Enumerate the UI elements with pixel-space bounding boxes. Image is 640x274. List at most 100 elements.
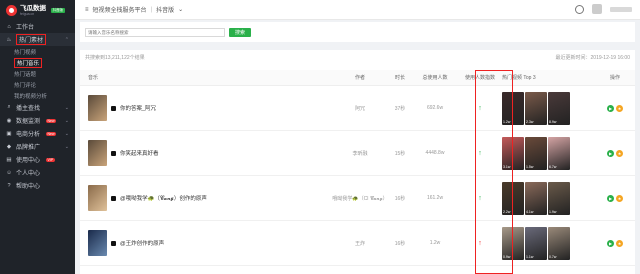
music-title[interactable]: @哦呦我学🐢（𝓒𝓪𝓷𝓰）创作的原声 (120, 194, 207, 203)
trend-cell: ↑ (460, 240, 500, 247)
video-thumbnail[interactable]: 3.1w (502, 136, 524, 170)
search-button[interactable]: 搜索 (229, 27, 252, 37)
video-count: 0.9w (503, 254, 511, 259)
logo-subtitle: feigua.cn (20, 11, 35, 16)
chevron-down-icon: ⌄ (64, 143, 69, 150)
video-thumbnail[interactable]: 1.5w (525, 136, 547, 170)
sidebar-sub-my-video[interactable]: 我的视频分析 (0, 90, 75, 101)
table-header: 音乐 作者 时长 总使用人数 使用人数指数 热门视频 Top 3 操作 (80, 70, 635, 86)
header-ops: 操作 (609, 75, 620, 81)
sidebar-item-label: 播主查找 (16, 106, 41, 112)
sidebar-item-usage[interactable]: ▤ 使用中心 VIP (0, 153, 75, 166)
videos-cell: 1.2w 2.3w 8.9w (500, 91, 595, 125)
trend-cell: ↑ (460, 105, 500, 112)
table-row[interactable]: @哦呦我学🐢（𝓒𝓪𝓷𝓰）创作的原声 哦呦我学🐢（CI 𝓒𝓪𝓷𝓰） 16秒 161… (80, 176, 635, 221)
chevron-down-icon: ⌄ (64, 117, 69, 124)
author-cell: 哦呦我学🐢（CI 𝓒𝓪𝓷𝓰） (332, 195, 388, 202)
sub-label: 我的视频分析 (14, 93, 48, 100)
logo-icon (6, 4, 17, 16)
user-icon: ☺ (6, 169, 12, 176)
table-body: 你的答案_阿冗 阿冗 37秒 692.6w ↑ 1.2w 2.3w 8.9w ▶ ★… (80, 86, 635, 266)
music-title[interactable]: @王炸创作的原声 (120, 239, 164, 247)
users-cell: 1.2w (429, 240, 441, 246)
header-users[interactable]: 总使用人数 (410, 74, 460, 81)
video-count: 1.1w (526, 254, 534, 259)
author-cell: 李昕融 (352, 150, 368, 157)
favorite-button[interactable]: ★ (616, 104, 623, 112)
chevron-down-icon: ⌄ (178, 7, 184, 13)
tiktok-icon (111, 240, 116, 246)
vip-badge: VIP (46, 157, 55, 162)
ops-cell: ▶ ★ (595, 239, 635, 247)
video-thumbnail[interactable]: 0.7w (548, 226, 570, 260)
music-cover[interactable] (88, 185, 107, 211)
play-button[interactable]: ▶ (607, 194, 614, 202)
chevron-down-icon: ⌄ (64, 130, 69, 137)
music-cell: @哦呦我学🐢（𝓒𝓪𝓷𝓰）创作的原声 (80, 185, 330, 211)
sidebar-sub-hot-video[interactable]: 热门视频 (0, 46, 75, 57)
video-thumbnail[interactable]: 0.9w (502, 226, 524, 260)
play-button[interactable]: ▶ (607, 104, 614, 112)
menu-icon[interactable]: ≡ (85, 7, 89, 13)
tiktok-icon (111, 195, 116, 201)
music-cell: 你笑起来真好看 (80, 140, 330, 166)
sidebar-sub-hot-comment[interactable]: 热门评论 (0, 79, 75, 90)
sidebar-item-label: 使用中心 (16, 158, 41, 164)
sidebar-item-ecommerce[interactable]: ▣ 电商分析 New ⌄ (0, 127, 75, 140)
table-row[interactable]: 你笑起来真好看 李昕融 15秒 4448.8w ↑ 3.1w 1.5w 6.7w ▶… (80, 131, 635, 176)
help-icon: ? (7, 182, 11, 189)
sidebar-item-blogger-search[interactable]: ⌕ 播主查找 ⌄ (0, 101, 75, 114)
video-count: 4.1w (526, 209, 534, 214)
sidebar-item-label: 工作台 (16, 25, 35, 31)
music-title[interactable]: 你的答案_阿冗 (120, 104, 156, 112)
favorite-button[interactable]: ★ (616, 194, 623, 202)
user-name[interactable] (610, 6, 632, 12)
music-cover[interactable] (88, 230, 107, 256)
sidebar-item-data-monitor[interactable]: ◉ 数据监测 New ⌄ (0, 114, 75, 127)
video-thumbnail[interactable]: 8.9w (548, 91, 570, 125)
favorite-button[interactable]: ★ (616, 149, 623, 157)
table-row[interactable]: 你的答案_阿冗 阿冗 37秒 692.6w ↑ 1.2w 2.3w 8.9w ▶ ★ (80, 86, 635, 131)
play-button[interactable]: ▶ (607, 239, 614, 247)
video-thumbnail[interactable]: 1.1w (525, 226, 547, 260)
video-thumbnail[interactable]: 1.2w (502, 91, 524, 125)
sidebar-item-workbench[interactable]: ⌂ 工作台 (0, 20, 75, 33)
sidebar-item-help[interactable]: ? 帮助中心 (0, 179, 75, 192)
top-bar: ≡ 短视频全栈服务平台 | 抖音版 ⌄ (75, 0, 640, 20)
main-panel: 共搜索到13,211,122个结果 最近更新时间：2019-12-19 16:0… (80, 50, 635, 274)
users-cell: 161.2w (426, 195, 444, 201)
music-cover[interactable] (88, 95, 107, 121)
header-author: 作者 (354, 75, 365, 81)
avatar[interactable] (592, 4, 602, 14)
result-count: 共搜索到13,211,122个结果 (85, 54, 145, 61)
music-title[interactable]: 你笑起来真好看 (120, 149, 159, 157)
video-thumbnail[interactable]: 1.9w (548, 181, 570, 215)
sidebar-sub-hot-topic[interactable]: 热门话题 (0, 68, 75, 79)
sidebar-item-brand[interactable]: ◆ 品牌推广 ⌄ (0, 140, 75, 153)
sidebar-sub-hot-music[interactable]: 热门音乐 (0, 57, 75, 68)
duration-cell: 15秒 (394, 150, 406, 157)
breadcrumb-2[interactable]: 抖音版 (156, 5, 174, 14)
headset-icon[interactable] (575, 4, 584, 14)
header-trend: 使用人数指数 (464, 75, 495, 81)
breadcrumb-1[interactable]: 短视频全栈服务平台 (93, 5, 147, 14)
table-row[interactable]: @王炸创作的原声 王炸 16秒 1.2w ↑ 0.9w 1.1w 0.7w ▶ ★ (80, 221, 635, 266)
video-thumbnail[interactable]: 2.3w (525, 91, 547, 125)
favorite-button[interactable]: ★ (616, 239, 623, 247)
duration-cell: 16秒 (394, 195, 406, 202)
sidebar-item-hot-material[interactable]: ♨ 热门素材 ⌃ (0, 33, 75, 46)
logo-title: 飞瓜数据 (20, 4, 46, 12)
video-thumbnail[interactable]: 4.1w (525, 181, 547, 215)
logo[interactable]: 飞瓜数据 feigua.cn 抖音版 (0, 0, 75, 20)
duration-cell: 37秒 (394, 105, 406, 112)
sidebar-item-profile[interactable]: ☺ 个人中心 (0, 166, 75, 179)
header-duration: 时长 (394, 75, 405, 81)
play-button[interactable]: ▶ (607, 149, 614, 157)
music-table: 音乐 作者 时长 总使用人数 使用人数指数 热门视频 Top 3 操作 你的答案… (80, 70, 635, 266)
video-thumbnail[interactable]: 6.7w (548, 136, 570, 170)
chart-icon: ▤ (6, 156, 12, 163)
search-input[interactable] (85, 27, 225, 37)
music-cover[interactable] (88, 140, 107, 166)
video-thumbnail[interactable]: 2.2w (502, 181, 524, 215)
sidebar-item-label: 个人中心 (16, 171, 41, 177)
